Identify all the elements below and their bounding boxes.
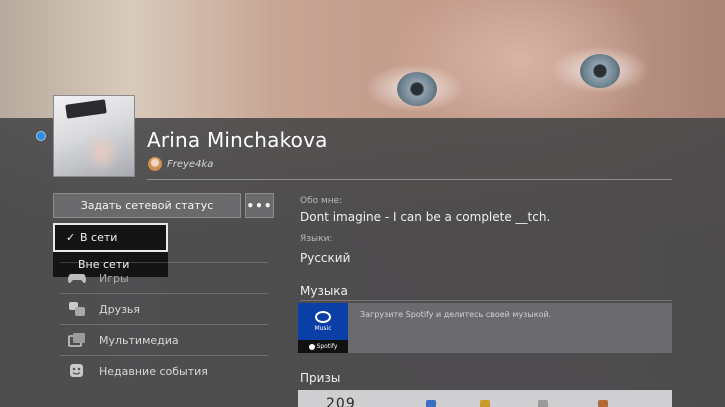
bronze-trophy-icon <box>598 400 608 407</box>
avatar[interactable] <box>53 95 135 177</box>
psn-avatar-icon <box>148 157 162 171</box>
profile-panel: Arina Minchakova Freye4ka Задать сетевой… <box>0 0 725 407</box>
set-online-status-button[interactable]: Задать сетевой статус <box>53 193 241 218</box>
online-id: Freye4ka <box>167 158 214 170</box>
friends-icon <box>67 301 86 317</box>
spotify-music-tile: Music Spotify <box>298 303 348 353</box>
menu-item-label: Игры <box>99 271 129 285</box>
menu-item-games[interactable]: Игры <box>60 263 268 293</box>
playstation-music-icon <box>315 311 331 323</box>
events-icon <box>67 363 86 379</box>
about-text: Dont imagine - I can be a complete __tch… <box>300 210 551 224</box>
online-id-row: Freye4ka <box>148 157 213 171</box>
online-status-dot <box>37 132 45 140</box>
trophies-section-title: Призы <box>300 371 341 385</box>
about-label: Обо мне: <box>300 196 343 206</box>
check-icon: ✓ <box>66 231 76 244</box>
music-divider <box>300 300 672 301</box>
silver-trophy-icon <box>538 400 548 407</box>
spotify-prompt: Загрузите Spotify и делитесь своей музык… <box>360 310 552 319</box>
menu-item-label: Друзья <box>99 302 141 316</box>
trophy-level: 209 <box>326 396 356 407</box>
menu-item-label: Недавние события <box>99 364 208 378</box>
menu-item-friends[interactable]: Друзья <box>60 294 268 324</box>
spotify-brand-label: Spotify <box>316 343 338 350</box>
status-option-label: В сети <box>80 231 118 244</box>
languages-label: Языки: <box>300 234 333 244</box>
gamepad-icon <box>67 270 86 286</box>
profile-menu: Игры Друзья Мультимедиа Недавние события <box>60 262 268 386</box>
music-section-title: Музыка <box>300 284 348 298</box>
spotify-icon <box>308 343 315 350</box>
status-option-online[interactable]: ✓ В сети <box>53 223 168 252</box>
tile-music-label: Music <box>314 325 332 332</box>
header-divider <box>147 179 672 180</box>
languages-value: Русский <box>300 251 351 265</box>
menu-item-recent-events[interactable]: Недавние события <box>60 356 268 386</box>
trophies-card[interactable]: 209 <box>298 390 672 407</box>
profile-name: Arina Minchakova <box>147 128 328 152</box>
menu-item-media[interactable]: Мультимедиа <box>60 325 268 355</box>
trophy-level-icon <box>426 400 436 407</box>
spotify-brand: Spotify <box>298 340 348 353</box>
menu-item-label: Мультимедиа <box>99 333 179 347</box>
more-options-button[interactable]: ••• <box>245 193 274 218</box>
spotify-card[interactable]: Music Spotify Загрузите Spotify и делите… <box>298 303 672 353</box>
media-icon <box>67 332 86 348</box>
gold-trophy-icon <box>480 400 490 407</box>
